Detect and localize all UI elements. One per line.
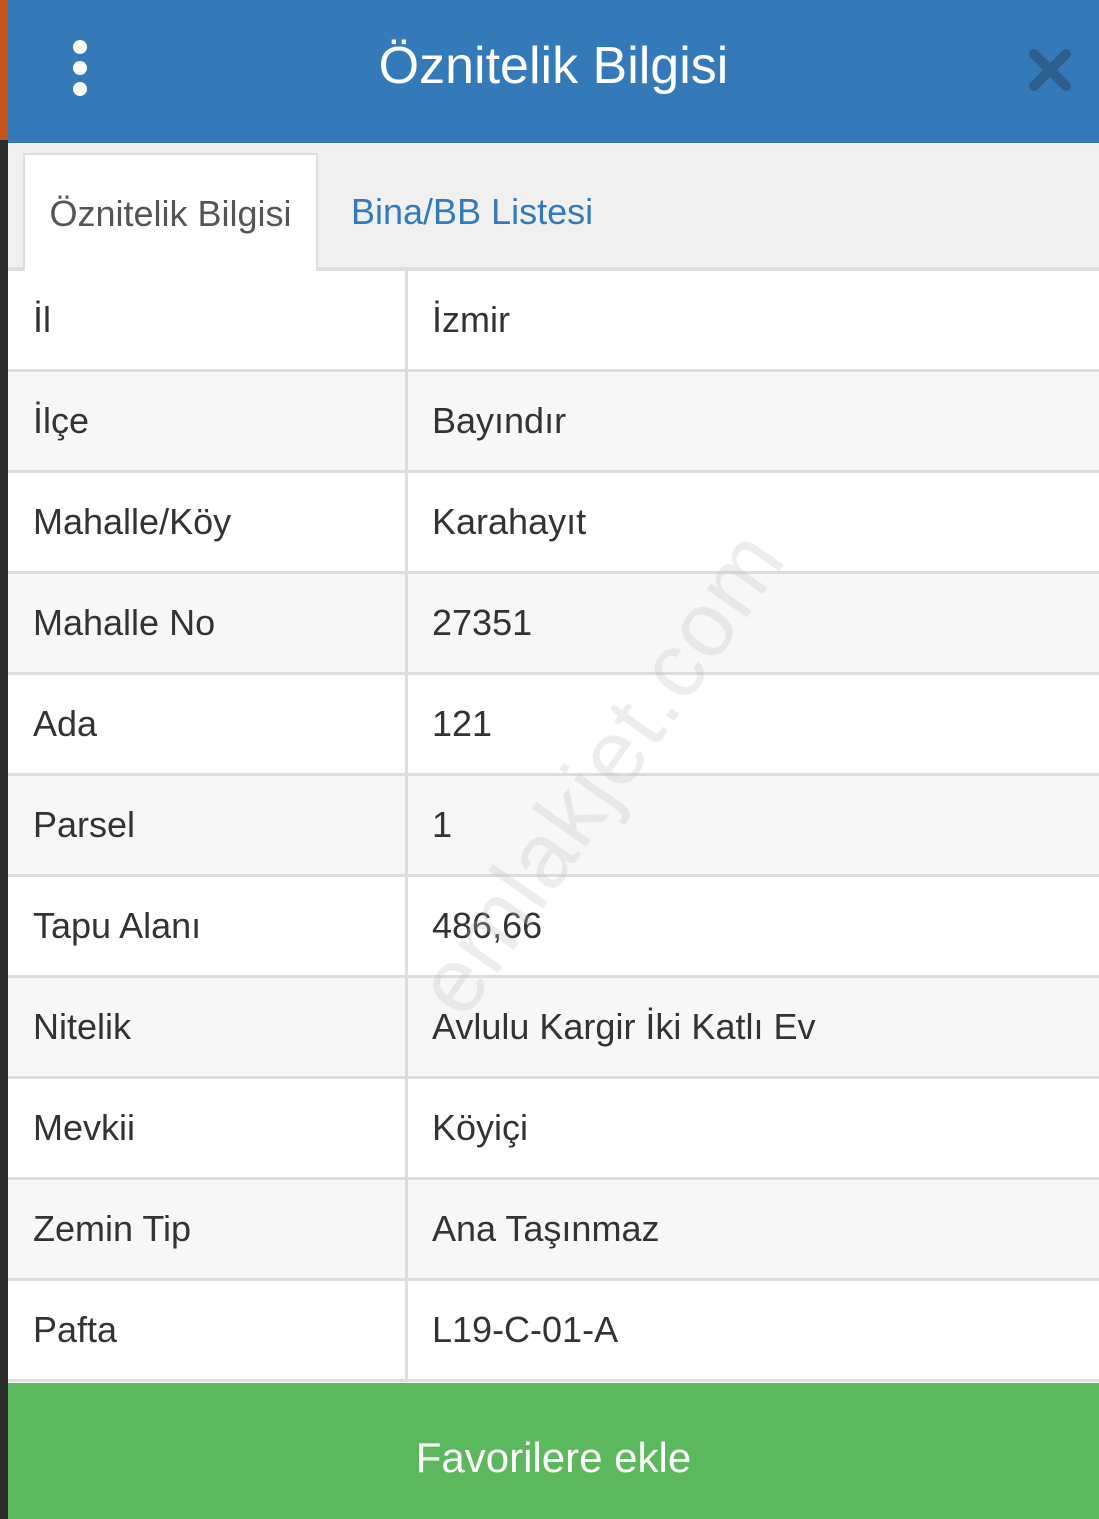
table-row: Mahalle/Köy Karahayıt [8,473,1099,574]
row-label: Tapu Alanı [8,877,408,975]
row-label: Mevkii [8,1079,408,1177]
panel-header: Öznitelik Bilgisi [8,0,1099,143]
row-label: Parsel [8,776,408,874]
row-label: Nitelik [8,978,408,1076]
table-row: Mevkii Köyiçi [8,1079,1099,1180]
row-value: Köyiçi [432,1107,529,1148]
tab-building-list[interactable]: Bina/BB Listesi [351,153,593,271]
row-value: L19-C-01-A [432,1309,619,1350]
table-row: Ada 121 [8,675,1099,776]
table-row: Parsel 1 [8,776,1099,877]
row-value: 27351 [432,602,533,643]
table-row: İlçe Bayındır [8,372,1099,473]
row-label: Mahalle No [8,574,408,672]
row-label: İlçe [8,372,408,470]
table-row: Pafta L19-C-01-A [8,1281,1099,1382]
row-label: Pafta [8,1281,408,1379]
background-edge [0,0,8,1519]
add-to-favorites-button[interactable]: Favorilere ekle [8,1383,1099,1519]
table-row: İl İzmir [8,271,1099,372]
row-value: İzmir [432,299,510,340]
row-label: İl [8,271,408,369]
row-label: Mahalle/Köy [8,473,408,571]
table-row: Mahalle No 27351 [8,574,1099,675]
row-label: Zemin Tip [8,1180,408,1278]
panel-title: Öznitelik Bilgisi [378,37,729,95]
table-row: Zemin Tip Ana Taşınmaz [8,1180,1099,1281]
row-value: Bayındır [432,400,567,441]
tab-attribute-info[interactable]: Öznitelik Bilgisi [23,153,318,275]
tab-bar: Öznitelik Bilgisi Bina/BB Listesi [8,143,1099,275]
table-row: Nitelik Avlulu Kargir İki Katlı Ev [8,978,1099,1079]
row-value: Ana Taşınmaz [432,1208,660,1249]
close-icon[interactable] [1026,46,1074,94]
attribute-table: İl İzmir İlçe Bayındır Mahalle/Köy Karah… [8,271,1099,1382]
attribute-info-panel: Öznitelik Bilgisi Öznitelik Bilgisi Bina… [8,0,1099,1519]
table-row: Tapu Alanı 486,66 [8,877,1099,978]
row-value: Karahayıt [432,501,587,542]
row-value: Avlulu Kargir İki Katlı Ev [432,1006,816,1047]
row-label: Ada [8,675,408,773]
row-value: 121 [432,703,493,744]
row-value: 486,66 [432,905,543,946]
row-value: 1 [432,804,453,845]
